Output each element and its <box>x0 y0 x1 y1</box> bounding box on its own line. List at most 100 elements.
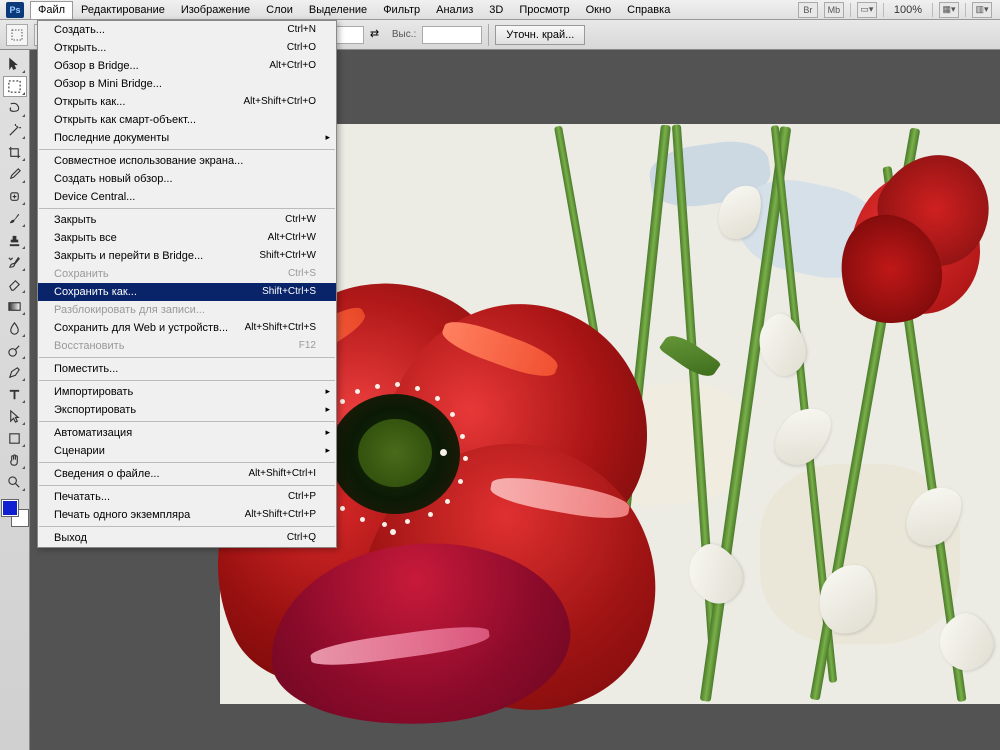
menu-справка[interactable]: Справка <box>619 1 678 19</box>
menu-item-label: Открыть... <box>54 42 106 54</box>
file-menu-item-15: СохранитьCtrl+S <box>38 265 336 283</box>
menu-item-label: Сохранить для Web и устройств... <box>54 322 228 334</box>
screen-mode-icon[interactable]: ▭▾ <box>857 2 877 18</box>
tool-lasso[interactable] <box>3 98 27 119</box>
menu-окно[interactable]: Окно <box>578 1 620 19</box>
tool-crop[interactable] <box>3 142 27 163</box>
menu-item-label: Создать... <box>54 24 105 36</box>
menu-item-shortcut: F12 <box>299 340 316 352</box>
menu-item-shortcut: Ctrl+N <box>287 24 316 36</box>
menu-item-label: Поместить... <box>54 363 118 375</box>
tool-eyedropper[interactable] <box>3 164 27 185</box>
refine-edge-button[interactable]: Уточн. край... <box>495 25 585 45</box>
menu-item-label: Device Central... <box>54 191 135 203</box>
file-menu-item-16[interactable]: Сохранить как...Shift+Ctrl+S <box>38 283 336 301</box>
file-menu-item-17: Разблокировать для записи... <box>38 301 336 319</box>
file-menu-item-34[interactable]: ВыходCtrl+Q <box>38 529 336 547</box>
file-menu-dropdown: Создать... Ctrl+N Открыть... Ctrl+O Обзор в … <box>37 20 337 548</box>
tool-marquee[interactable] <box>3 76 27 97</box>
menu-item-shortcut: Alt+Shift+Ctrl+S <box>245 322 316 334</box>
file-menu-item-13[interactable]: Закрыть всеAlt+Ctrl+W <box>38 229 336 247</box>
tool-brush[interactable] <box>3 208 27 229</box>
arrange-docs-icon[interactable]: ▦▾ <box>939 2 959 18</box>
file-menu-item-29[interactable]: Сведения о файле...Alt+Shift+Ctrl+I <box>38 465 336 483</box>
file-menu-item-18[interactable]: Сохранить для Web и устройств... Alt+Shif… <box>38 319 336 337</box>
file-menu-item-21[interactable]: Поместить... <box>38 360 336 378</box>
file-menu-item-26[interactable]: Автоматизация <box>38 424 336 442</box>
color-swatches[interactable] <box>2 500 28 526</box>
launch-minibridge-icon[interactable]: Mb <box>824 2 844 18</box>
file-menu-item-14[interactable]: Закрыть и перейти в Bridge... Shift+Ctrl+… <box>38 247 336 265</box>
menu-item-shortcut: Ctrl+O <box>287 42 316 54</box>
file-menu-item-31[interactable]: Печатать...Ctrl+P <box>38 488 336 506</box>
menu-изображение[interactable]: Изображение <box>173 1 258 19</box>
file-menu-item-9[interactable]: Создать новый обзор... <box>38 170 336 188</box>
menu-слои[interactable]: Слои <box>258 1 301 19</box>
file-menu-item-24[interactable]: Экспортировать <box>38 401 336 419</box>
zoom-level[interactable]: 100% <box>890 4 926 16</box>
fg-color-swatch[interactable] <box>2 500 18 516</box>
tool-gradient[interactable] <box>3 296 27 317</box>
workspace-switch-icon[interactable]: ▥▾ <box>972 2 992 18</box>
file-menu-item-8[interactable]: Совместное использование экрана... <box>38 152 336 170</box>
tool-shape[interactable] <box>3 428 27 449</box>
painting-content <box>220 124 1000 704</box>
menu-item-label: Импортировать <box>54 386 133 398</box>
file-menu-item-10[interactable]: Device Central... <box>38 188 336 206</box>
menu-item-shortcut: Alt+Shift+Ctrl+O <box>243 96 316 108</box>
menu-файл[interactable]: Файл <box>30 1 73 19</box>
tool-blur[interactable] <box>3 318 27 339</box>
menu-анализ[interactable]: Анализ <box>428 1 481 19</box>
launch-bridge-icon[interactable]: Br <box>798 2 818 18</box>
menu-item-shortcut: Alt+Ctrl+O <box>269 60 316 72</box>
menu-item-label: Закрыть и перейти в Bridge... <box>54 250 203 262</box>
menu-выделение[interactable]: Выделение <box>301 1 375 19</box>
file-menu-item-5[interactable]: Открыть как смарт-объект... <box>38 111 336 129</box>
file-menu-item-23[interactable]: Импортировать <box>38 383 336 401</box>
menu-item-label: Сценарии <box>54 445 105 457</box>
file-menu-item-4[interactable]: Открыть как...Alt+Shift+Ctrl+O <box>38 93 336 111</box>
file-menu-item-12[interactable]: ЗакрытьCtrl+W <box>38 211 336 229</box>
menu-фильтр[interactable]: Фильтр <box>375 1 428 19</box>
menu-item-label: Закрыть все <box>54 232 117 244</box>
menu-редактирование[interactable]: Редактирование <box>73 1 173 19</box>
tool-move[interactable] <box>3 54 27 75</box>
file-menu-item-6[interactable]: Последние документы <box>38 129 336 147</box>
menu-3d[interactable]: 3D <box>481 1 511 19</box>
tool-stamp[interactable] <box>3 230 27 251</box>
menu-item-shortcut: Ctrl+P <box>288 491 316 503</box>
menu-просмотр[interactable]: Просмотр <box>511 1 577 19</box>
app-logo-icon: Ps <box>6 2 24 18</box>
menu-item-label: Создать новый обзор... <box>54 173 173 185</box>
tool-type[interactable] <box>3 384 27 405</box>
file-menu-item-19: ВосстановитьF12 <box>38 337 336 355</box>
menu-item-label: Экспортировать <box>54 404 136 416</box>
swap-wh-icon[interactable]: ⇄ <box>370 27 386 43</box>
menu-item-label: Последние документы <box>54 132 169 144</box>
menu-item-label: Разблокировать для записи... <box>54 304 205 316</box>
menubar-right: Br Mb ▭▾ 100% ▦▾ ▥▾ <box>798 2 1000 18</box>
menu-item-label: Обзор в Bridge... <box>54 60 139 72</box>
tool-wand[interactable] <box>3 120 27 141</box>
tool-eraser[interactable] <box>3 274 27 295</box>
tool-preset-icon[interactable] <box>6 24 28 46</box>
file-menu-item-0[interactable]: Создать... Ctrl+N <box>38 21 336 39</box>
menu-item-label: Сохранить <box>54 268 109 280</box>
height-input[interactable] <box>422 26 482 44</box>
file-menu-item-27[interactable]: Сценарии <box>38 442 336 460</box>
file-menu-item-32[interactable]: Печать одного экземпляраAlt+Shift+Ctrl+P <box>38 506 336 524</box>
menu-item-shortcut: Shift+Ctrl+W <box>259 250 316 262</box>
tool-path-select[interactable] <box>3 406 27 427</box>
tool-hand[interactable] <box>3 450 27 471</box>
tool-dodge[interactable] <box>3 340 27 361</box>
document-canvas[interactable] <box>220 124 1000 704</box>
file-menu-item-3[interactable]: Обзор в Mini Bridge... <box>38 75 336 93</box>
tool-healing[interactable] <box>3 186 27 207</box>
tool-history-brush[interactable] <box>3 252 27 273</box>
file-menu-item-1[interactable]: Открыть... Ctrl+O <box>38 39 336 57</box>
tool-pen[interactable] <box>3 362 27 383</box>
file-menu-item-2[interactable]: Обзор в Bridge... Alt+Ctrl+O <box>38 57 336 75</box>
tool-zoom[interactable] <box>3 472 27 493</box>
menu-item-label: Выход <box>54 532 87 544</box>
menubar: Ps ФайлРедактированиеИзображениеСлоиВыде… <box>0 0 1000 20</box>
